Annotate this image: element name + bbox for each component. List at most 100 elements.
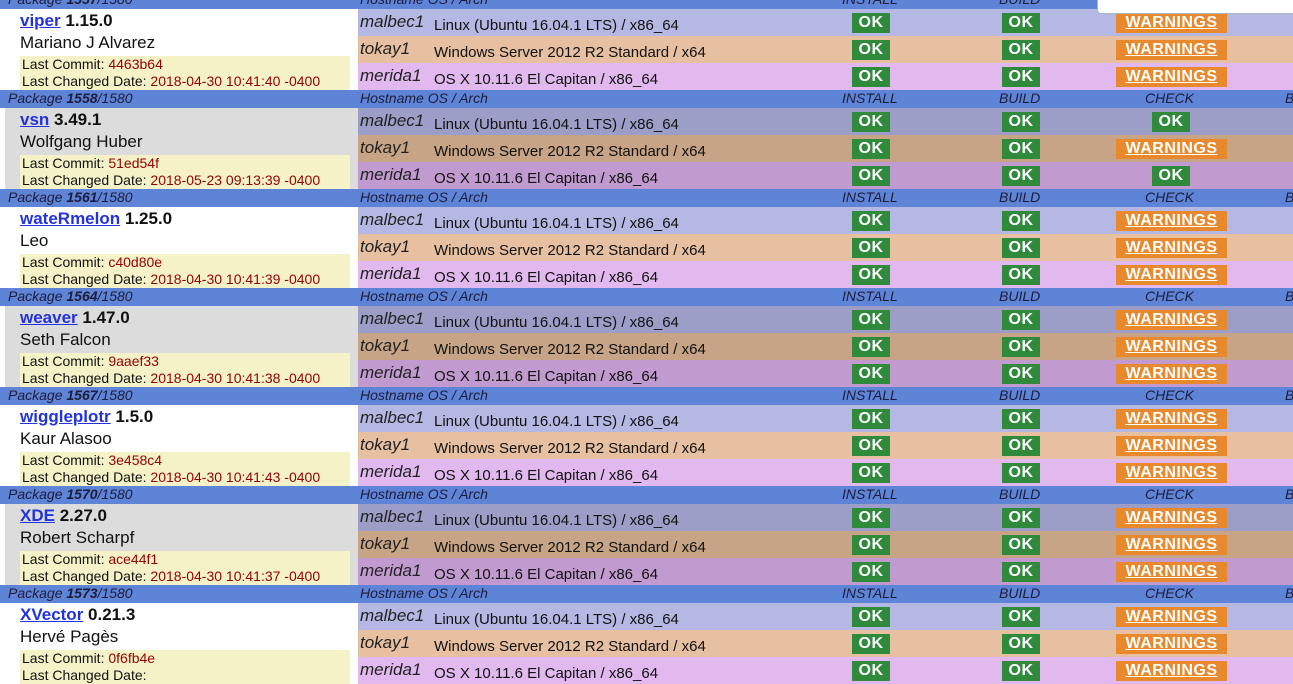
package-link[interactable]: viper (20, 11, 61, 30)
package-info: vsn 3.49.1 Wolfgang Huber Last Commit: 5… (0, 108, 358, 189)
package-header-row: Package 1567/1580 Hostname OS / Arch INS… (0, 387, 1293, 405)
install-status[interactable]: OK (852, 364, 890, 384)
build-status[interactable]: OK (1002, 67, 1040, 87)
package-counter: Package 1558/1580 (8, 90, 133, 106)
package-link[interactable]: XVector (20, 605, 83, 624)
build-status[interactable]: OK (1002, 607, 1040, 627)
install-status[interactable]: OK (852, 562, 890, 582)
hostname: tokay1 (360, 435, 411, 454)
package-title: vsn 3.49.1 (20, 110, 101, 130)
maintainer-name: Hervé Pagès (20, 627, 119, 646)
check-status[interactable]: WARNINGS (1116, 67, 1227, 87)
package-link[interactable]: vsn (20, 110, 49, 129)
build-status[interactable]: OK (1002, 40, 1040, 60)
build-status[interactable]: OK (1002, 166, 1040, 186)
host-row-merida1: merida1 OS X 10.11.6 El Capitan / x86_64… (358, 459, 1293, 486)
build-status[interactable]: OK (1002, 310, 1040, 330)
col-host-os: Hostname OS / Arch (360, 585, 488, 601)
install-status[interactable]: OK (852, 13, 890, 33)
build-status[interactable]: OK (1002, 436, 1040, 456)
build-status[interactable]: OK (1002, 112, 1040, 132)
install-status[interactable]: OK (852, 607, 890, 627)
check-status[interactable]: WARNINGS (1116, 661, 1227, 681)
build-report-table: Package 1557/1580 Hostname OS / Arch INS… (0, 0, 1293, 684)
host-row-tokay1: tokay1 Windows Server 2012 R2 Standard /… (358, 234, 1293, 261)
check-status[interactable]: WARNINGS (1116, 238, 1227, 258)
hostname: tokay1 (360, 336, 411, 355)
check-status[interactable]: OK (1152, 112, 1190, 132)
check-status[interactable]: WARNINGS (1116, 139, 1227, 159)
package-link[interactable]: weaver (20, 308, 78, 327)
check-status[interactable]: WARNINGS (1116, 40, 1227, 60)
build-status[interactable]: OK (1002, 13, 1040, 33)
build-status[interactable]: OK (1002, 265, 1040, 285)
hostname: merida1 (360, 66, 422, 85)
build-status[interactable]: OK (1002, 535, 1040, 555)
host-row-malbec1: malbec1 Linux (Ubuntu 16.04.1 LTS) / x86… (358, 108, 1293, 135)
check-status[interactable]: WARNINGS (1116, 562, 1227, 582)
col-host-os: Hostname OS / Arch (360, 486, 488, 502)
check-status[interactable]: WARNINGS (1116, 409, 1227, 429)
install-status[interactable]: OK (852, 67, 890, 87)
install-status[interactable]: OK (852, 40, 890, 60)
install-status[interactable]: OK (852, 238, 890, 258)
commit-hash: 4463b64 (108, 56, 163, 72)
commit-info: Last Commit: 51ed54f Last Changed Date: … (20, 155, 350, 189)
install-status[interactable]: OK (852, 634, 890, 654)
build-status[interactable]: OK (1002, 238, 1040, 258)
check-status[interactable]: WARNINGS (1116, 211, 1227, 231)
package-block: Package 1570/1580 Hostname OS / Arch INS… (0, 486, 1293, 585)
package-link[interactable]: wateRmelon (20, 209, 120, 228)
check-status[interactable]: WARNINGS (1116, 634, 1227, 654)
package-title: wateRmelon 1.25.0 (20, 209, 172, 229)
install-status[interactable]: OK (852, 337, 890, 357)
check-status[interactable]: WARNINGS (1116, 463, 1227, 483)
col-build: BUILD (999, 486, 1041, 502)
package-version: 1.25.0 (124, 209, 173, 228)
package-info: wiggleplotr 1.5.0 Kaur Alasoo Last Commi… (0, 405, 358, 486)
build-status[interactable]: OK (1002, 562, 1040, 582)
build-status[interactable]: OK (1002, 364, 1040, 384)
install-status[interactable]: OK (852, 211, 890, 231)
install-status[interactable]: OK (852, 409, 890, 429)
package-title: XVector 0.21.3 (20, 605, 135, 625)
check-status[interactable]: WARNINGS (1116, 364, 1227, 384)
install-status[interactable]: OK (852, 463, 890, 483)
install-status[interactable]: OK (852, 661, 890, 681)
check-status[interactable]: WARNINGS (1116, 607, 1227, 627)
check-status[interactable]: WARNINGS (1116, 508, 1227, 528)
package-link[interactable]: XDE (20, 506, 55, 525)
install-status[interactable]: OK (852, 436, 890, 456)
os-arch: Linux (Ubuntu 16.04.1 LTS) / x86_64 (434, 314, 679, 331)
check-status[interactable]: WARNINGS (1116, 337, 1227, 357)
host-row-merida1: merida1 OS X 10.11.6 El Capitan / x86_64… (358, 558, 1293, 585)
install-status[interactable]: OK (852, 535, 890, 555)
build-status[interactable]: OK (1002, 634, 1040, 654)
package-link[interactable]: wiggleplotr (20, 407, 111, 426)
install-status[interactable]: OK (852, 139, 890, 159)
build-status[interactable]: OK (1002, 463, 1040, 483)
build-status[interactable]: OK (1002, 337, 1040, 357)
package-version: 1.15.0 (65, 11, 113, 30)
build-status[interactable]: OK (1002, 508, 1040, 528)
col-trailing: B (1285, 486, 1293, 503)
install-status[interactable]: OK (852, 310, 890, 330)
check-status[interactable]: WARNINGS (1116, 265, 1227, 285)
col-install: INSTALL (842, 189, 898, 205)
install-status[interactable]: OK (852, 508, 890, 528)
search-input[interactable] (1097, 0, 1293, 14)
col-install: INSTALL (842, 387, 898, 403)
build-status[interactable]: OK (1002, 139, 1040, 159)
build-status[interactable]: OK (1002, 661, 1040, 681)
build-status[interactable]: OK (1002, 409, 1040, 429)
commit-hash: 51ed54f (108, 155, 159, 171)
build-status[interactable]: OK (1002, 211, 1040, 231)
check-status[interactable]: WARNINGS (1116, 310, 1227, 330)
check-status[interactable]: OK (1152, 166, 1190, 186)
check-status[interactable]: WARNINGS (1116, 436, 1227, 456)
install-status[interactable]: OK (852, 112, 890, 132)
install-status[interactable]: OK (852, 265, 890, 285)
check-status[interactable]: WARNINGS (1116, 535, 1227, 555)
install-status[interactable]: OK (852, 166, 890, 186)
check-status[interactable]: WARNINGS (1116, 13, 1227, 33)
